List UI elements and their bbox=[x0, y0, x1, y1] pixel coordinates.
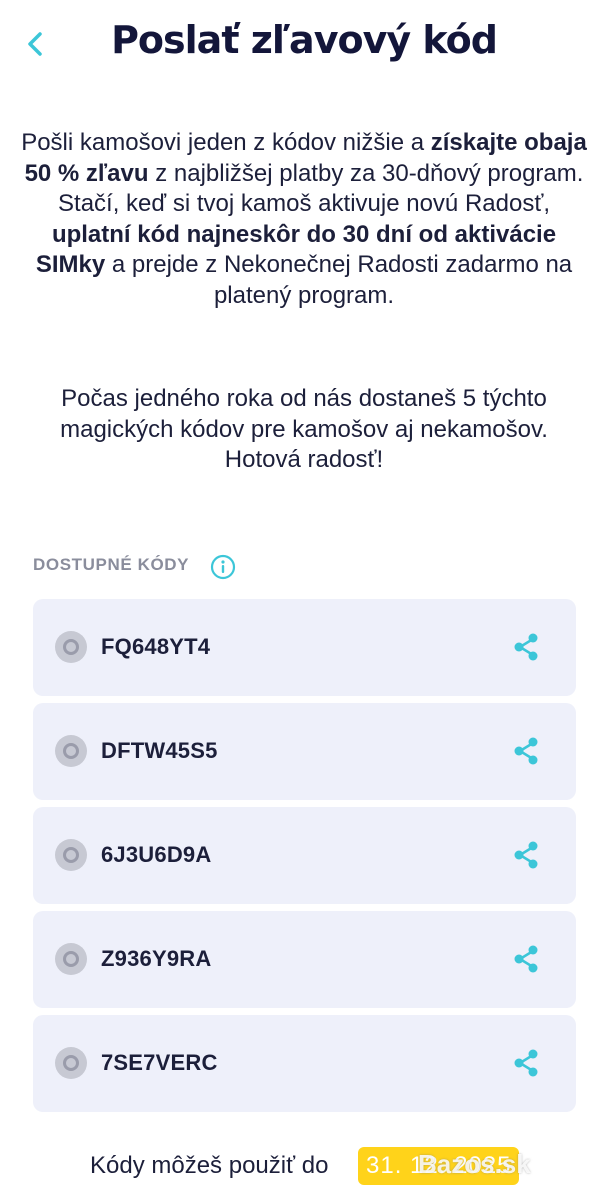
info-circle-icon bbox=[210, 554, 236, 580]
info-icon[interactable] bbox=[210, 554, 236, 580]
radio-button[interactable] bbox=[55, 735, 87, 767]
code-card[interactable]: DFTW45S5 bbox=[33, 703, 576, 800]
code-card[interactable]: 6J3U6D9A bbox=[33, 807, 576, 904]
share-icon[interactable] bbox=[512, 735, 542, 767]
code-card[interactable]: Z936Y9RA bbox=[33, 911, 576, 1008]
share-icon[interactable] bbox=[512, 943, 542, 975]
code-value: 7SE7VERC bbox=[101, 1050, 218, 1075]
intro-paragraph: Pošli kamošovi jeden z kódov nižšie a zí… bbox=[20, 128, 588, 311]
code-value: 6J3U6D9A bbox=[101, 842, 212, 867]
share-icon[interactable] bbox=[512, 1047, 542, 1079]
share-icon[interactable] bbox=[512, 631, 542, 663]
section-label-available-codes: DOSTUPNÉ KÓDY bbox=[33, 555, 190, 574]
code-value: FQ648YT4 bbox=[101, 634, 211, 659]
page-title: Poslať zľavový kód bbox=[111, 18, 498, 62]
radio-button[interactable] bbox=[55, 631, 87, 663]
code-value: DFTW45S5 bbox=[101, 738, 218, 763]
intro-text-end: a prejde z Nekonečnej Radosti zadarmo na… bbox=[105, 251, 573, 309]
intro-paragraph-2: Počas jedného roka od nás dostaneš 5 týc… bbox=[60, 385, 548, 473]
intro-text-start: Pošli kamošovi jeden z kódov nižšie a bbox=[21, 129, 425, 156]
code-card[interactable]: 7SE7VERC bbox=[33, 1015, 576, 1112]
code-value: Z936Y9RA bbox=[101, 946, 212, 971]
watermark: Bazos.sk bbox=[418, 1149, 531, 1179]
code-card[interactable]: FQ648YT4 bbox=[33, 599, 576, 696]
header: Poslať zľavový kód bbox=[0, 0, 608, 90]
footer-text: Kódy môžeš použiť do bbox=[90, 1152, 329, 1179]
footer: Kódy môžeš použiť do 31. 12. 2025 Bazos.… bbox=[0, 1147, 608, 1187]
share-icon[interactable] bbox=[512, 839, 542, 871]
codes-list: FQ648YT4 DFTW45S5 6J3U6D9A Z936Y9RA 7SE7… bbox=[33, 599, 576, 1119]
radio-button[interactable] bbox=[55, 1047, 87, 1079]
radio-button[interactable] bbox=[55, 943, 87, 975]
radio-button[interactable] bbox=[55, 839, 87, 871]
